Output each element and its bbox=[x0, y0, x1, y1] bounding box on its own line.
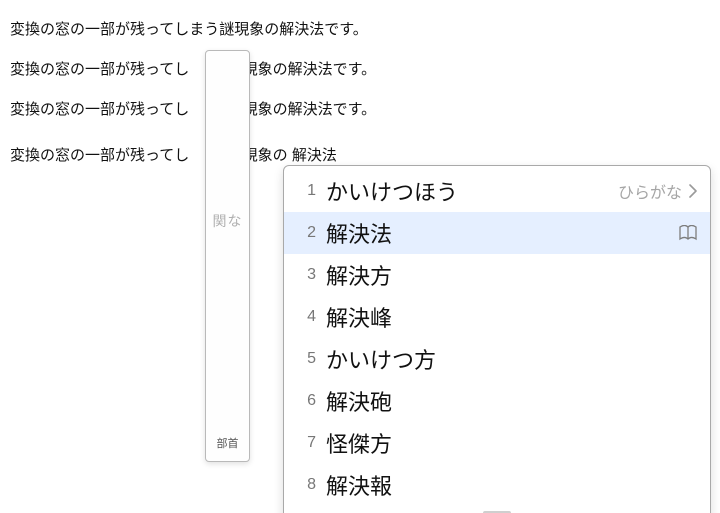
editor-viewport: 変換の窓の一部が残ってしまう謎現象の解決法です。 変換の窓の一部が残ってし う謎… bbox=[0, 0, 720, 513]
text-line-2-pre: 変換の窓の一部が残ってし bbox=[10, 61, 189, 78]
ime-candidate-7-text: 怪傑方 bbox=[326, 427, 392, 459]
ime-candidate-3-text: 解決方 bbox=[326, 259, 392, 291]
text-line-3[interactable]: 変換の窓の一部が残ってし う謎現象の解決法です。 bbox=[10, 102, 376, 117]
ime-panel-resize-handle[interactable] bbox=[284, 506, 710, 513]
ime-candidate-6[interactable]: 6 解決砲 bbox=[284, 380, 710, 422]
dictionary-icon[interactable] bbox=[678, 225, 698, 241]
ime-candidate-2-number: 2 bbox=[290, 224, 316, 242]
text-line-1[interactable]: 変換の窓の一部が残ってしまう謎現象の解決法です。 bbox=[10, 22, 368, 37]
ime-candidate-panel: 1 かいけつほう ひらがな 2 解決法 3 解決方 bbox=[283, 165, 711, 513]
ime-candidate-3-number: 3 bbox=[290, 266, 316, 284]
ime-candidate-6-text: 解決砲 bbox=[326, 385, 392, 417]
ime-candidate-2[interactable]: 2 解決法 bbox=[284, 212, 710, 254]
ime-candidate-1-number: 1 bbox=[290, 182, 316, 200]
ime-candidate-5[interactable]: 5 かいけつ方 bbox=[284, 338, 710, 380]
ime-artifact-panel: 関な 部首 bbox=[205, 50, 250, 462]
ime-candidate-4[interactable]: 4 解決峰 bbox=[284, 296, 710, 338]
ime-candidate-1[interactable]: 1 かいけつほう ひらがな bbox=[284, 170, 710, 212]
ime-artifact-glyphs: 関な bbox=[206, 211, 249, 231]
ime-candidate-8-number: 8 bbox=[290, 476, 316, 494]
ime-hiragana-hint: ひらがな bbox=[618, 179, 682, 203]
ime-candidate-3[interactable]: 3 解決方 bbox=[284, 254, 710, 296]
ime-artifact-radical-label[interactable]: 部首 bbox=[206, 435, 249, 451]
ime-candidate-8[interactable]: 8 解決報 bbox=[284, 464, 710, 506]
ime-candidate-1-text: かいけつほう bbox=[326, 175, 458, 207]
ime-candidate-2-text: 解決法 bbox=[326, 217, 392, 249]
text-line-4-pre: 変換の窓の一部が残ってし bbox=[10, 147, 189, 164]
ime-candidate-6-number: 6 bbox=[290, 392, 316, 410]
ime-candidate-4-text: 解決峰 bbox=[326, 301, 392, 333]
ime-candidate-5-text: かいけつ方 bbox=[326, 343, 436, 375]
text-line-1-content: 変換の窓の一部が残ってしまう謎現象の解決法です。 bbox=[10, 21, 368, 38]
chevron-right-icon[interactable] bbox=[688, 184, 698, 198]
ime-candidate-5-number: 5 bbox=[290, 350, 316, 368]
ime-candidate-4-number: 4 bbox=[290, 308, 316, 326]
text-line-2[interactable]: 変換の窓の一部が残ってし う謎現象の解決法です。 bbox=[10, 62, 376, 77]
ime-candidate-7-number: 7 bbox=[290, 434, 316, 452]
text-line-3-pre: 変換の窓の一部が残ってし bbox=[10, 101, 189, 118]
ime-candidate-7[interactable]: 7 怪傑方 bbox=[284, 422, 710, 464]
ime-candidate-8-text: 解決報 bbox=[326, 469, 392, 501]
